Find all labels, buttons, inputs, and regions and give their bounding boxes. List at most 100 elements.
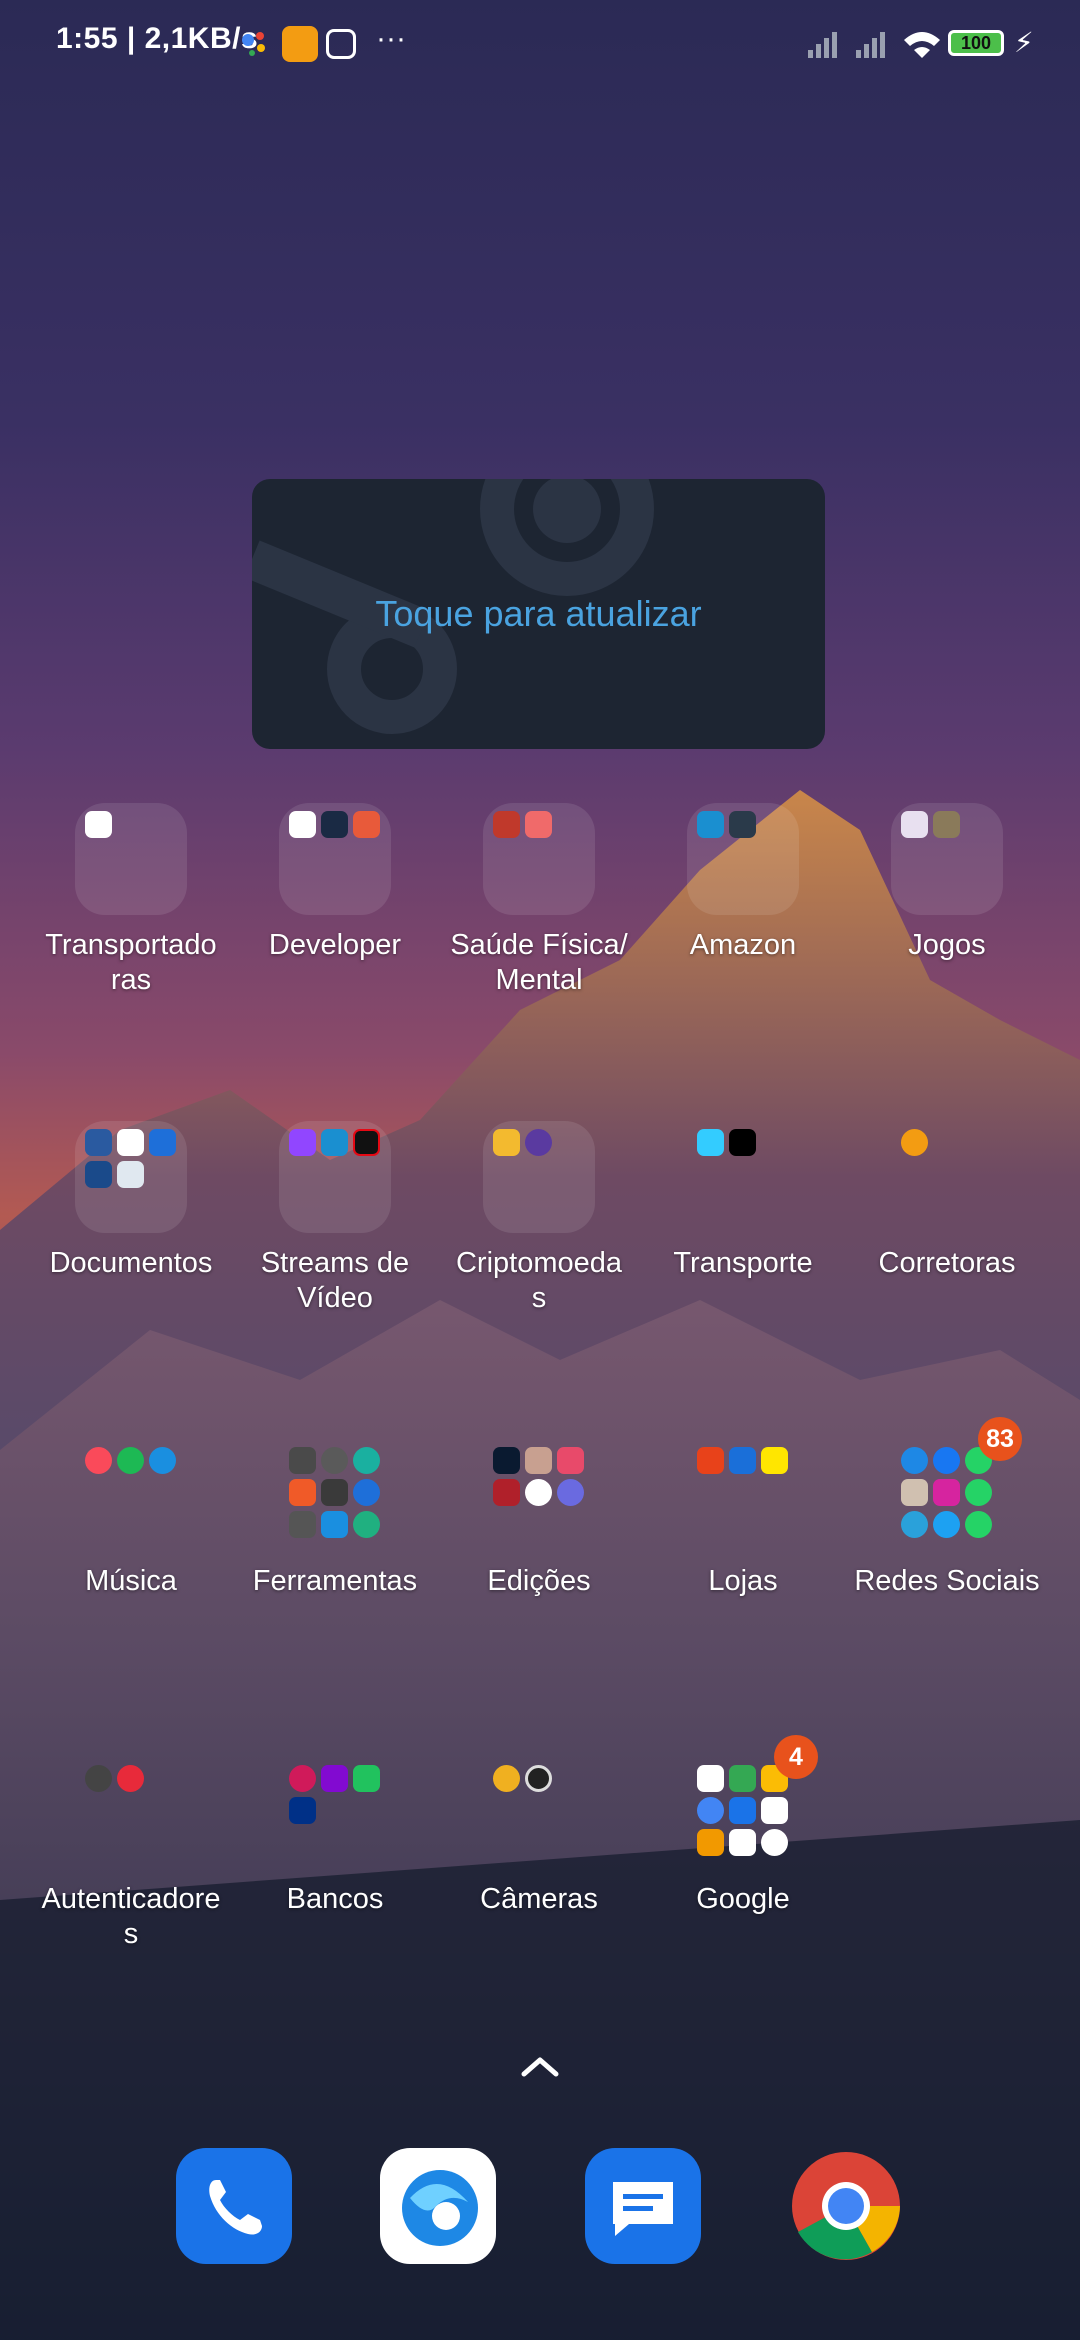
folder-icon [279, 1757, 391, 1869]
mini-app-icon [321, 1511, 348, 1538]
phone-icon[interactable] [176, 2148, 292, 2264]
mini-app-icon [697, 1765, 724, 1792]
mini-app-icon [289, 1511, 316, 1538]
battery-icon: 100 [948, 30, 1004, 56]
mini-app-icon [761, 1797, 788, 1824]
mini-app-icon [321, 1765, 348, 1792]
mini-app-icon [353, 1479, 380, 1506]
signal-no-icon [808, 32, 940, 58]
mini-app-icon [85, 811, 112, 838]
notification-badge: 4 [774, 1735, 818, 1779]
mini-app-icon [729, 811, 756, 838]
mini-app-icon [933, 811, 960, 838]
mini-app-icon [729, 1797, 756, 1824]
folder-icon [75, 1439, 187, 1551]
folder-icon [483, 1439, 595, 1551]
folder-icon [687, 1121, 799, 1233]
mini-app-icon [933, 1479, 960, 1506]
mini-app-icon [557, 1447, 584, 1474]
mini-app-icon [933, 1511, 960, 1538]
mini-app-icon [729, 1129, 756, 1156]
folder-icon [483, 803, 595, 915]
status-time-speed: 1:55 | 2,1KB/s [56, 22, 259, 55]
mini-app-icon [525, 1129, 552, 1156]
mini-app-icon [965, 1511, 992, 1538]
folder-label: Corretoras [878, 1247, 1016, 1279]
messages-icon[interactable] [585, 2148, 701, 2264]
folder-icon [891, 803, 1003, 915]
chrome-icon[interactable] [788, 2148, 904, 2264]
browser-icon[interactable] [380, 2148, 496, 2264]
mini-app-icon [525, 1479, 552, 1506]
mini-app-icon [525, 1765, 552, 1792]
mini-app-icon [149, 1447, 176, 1474]
mini-app-icon [697, 811, 724, 838]
mini-app-icon [697, 1129, 724, 1156]
mini-app-icon [901, 1479, 928, 1506]
mini-app-icon [901, 1447, 928, 1474]
mini-app-icon [697, 1829, 724, 1856]
mini-app-icon [729, 1765, 756, 1792]
mini-app-icon [761, 1829, 788, 1856]
mini-app-icon [353, 1765, 380, 1792]
mini-app-icon [493, 811, 520, 838]
mini-app-icon [321, 1129, 348, 1156]
instagram-icon [326, 29, 356, 59]
mini-app-icon [493, 1765, 520, 1792]
mini-app-icon [117, 1765, 144, 1792]
status-bar: 1:55 | 2,1KB/s ··· 100 ⚡ [0, 0, 1080, 88]
folder-label: Jogos [908, 929, 986, 961]
folder-label: Google [696, 1883, 790, 1915]
mini-app-icon [289, 1765, 316, 1792]
mini-app-icon [321, 1479, 348, 1506]
mini-app-icon [493, 1479, 520, 1506]
mini-app-icon [901, 1129, 928, 1156]
mini-app-icon [557, 1479, 584, 1506]
mini-app-icon [729, 1447, 756, 1474]
more-notifications-indicator: ··· [376, 22, 406, 55]
folder-icon [687, 803, 799, 915]
mini-app-icon [525, 1447, 552, 1474]
battery-level: 100 [960, 33, 992, 53]
mini-app-icon [85, 1765, 112, 1792]
folder-icon [75, 803, 187, 915]
mini-app-icon [965, 1479, 992, 1506]
mini-app-icon [901, 811, 928, 838]
notification-badge: 83 [978, 1417, 1022, 1461]
folder-icon [279, 803, 391, 915]
mini-app-icon [493, 1447, 520, 1474]
mini-app-icon [117, 1447, 144, 1474]
folder-label: Redes Sociais [854, 1565, 1040, 1597]
folder-icon [891, 1121, 1003, 1233]
mini-app-icon [289, 1447, 316, 1474]
google-assistant-icon [236, 26, 272, 62]
folder-icon [75, 1757, 187, 1869]
folder-icon [279, 1121, 391, 1233]
mini-app-icon [289, 1797, 316, 1824]
widget-refresh-text: Toque para atualizar [375, 593, 702, 634]
mini-app-icon [353, 1447, 380, 1474]
mini-app-icon [353, 1129, 380, 1156]
mini-app-icon [149, 1129, 176, 1156]
chevron-up-icon[interactable] [520, 2052, 560, 2080]
folder-icon [75, 1121, 187, 1233]
mini-app-icon [117, 1129, 144, 1156]
folder-icon [687, 1439, 799, 1551]
mini-app-icon [321, 1447, 348, 1474]
steam-widget[interactable]: Toque para atualizar [252, 479, 825, 749]
mini-app-icon [525, 811, 552, 838]
mini-app-icon [117, 1161, 144, 1188]
mini-app-icon [321, 811, 348, 838]
mini-app-icon [493, 1129, 520, 1156]
folder-icon [483, 1121, 595, 1233]
mini-app-icon [901, 1511, 928, 1538]
mini-app-icon [697, 1797, 724, 1824]
mini-app-icon [85, 1161, 112, 1188]
mini-app-icon [289, 1479, 316, 1506]
mini-app-icon [289, 1129, 316, 1156]
mini-app-icon [353, 1511, 380, 1538]
folder-icon [279, 1439, 391, 1551]
mini-app-icon [933, 1447, 960, 1474]
mini-app-icon [697, 1447, 724, 1474]
app-notification-icon [282, 26, 318, 62]
